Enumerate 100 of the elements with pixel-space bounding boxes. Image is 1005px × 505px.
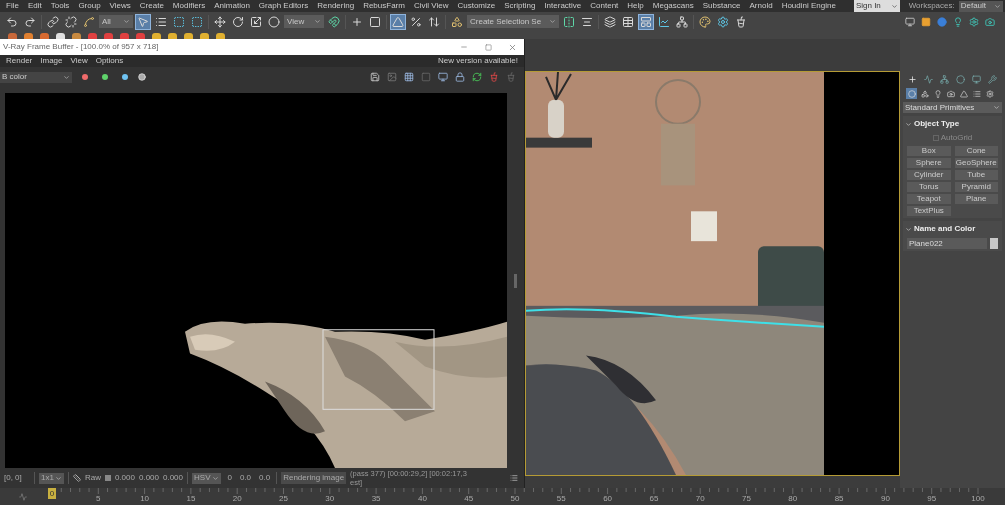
curve-editor-icon[interactable] <box>18 492 27 501</box>
menu-item[interactable]: Scripting <box>504 2 536 10</box>
toolbar-button[interactable] <box>135 13 151 30</box>
toolbar-button[interactable] <box>266 13 282 30</box>
menu-item[interactable]: Views <box>109 2 131 10</box>
toolbar-button[interactable] <box>45 13 61 30</box>
camera-icon[interactable] <box>985 16 995 27</box>
panel-tab[interactable] <box>954 73 967 85</box>
category-button[interactable] <box>932 88 943 99</box>
time-slider[interactable]: 0 <box>48 488 56 499</box>
menu-item[interactable]: Help <box>627 2 644 10</box>
caret-icon <box>890 2 898 10</box>
primitive-button[interactable]: Pyramid <box>954 182 998 192</box>
primitive-button[interactable]: Cone <box>954 146 998 156</box>
scrollbar[interactable] <box>514 273 517 288</box>
menu-item[interactable]: Create <box>139 2 164 10</box>
rollout-header[interactable]: Name and Color <box>905 223 1000 235</box>
toolbar-button[interactable] <box>326 13 342 30</box>
pixel-value: 0.000 <box>114 472 135 484</box>
menu-item[interactable]: Options <box>95 55 124 67</box>
menu-item[interactable]: Edit <box>27 2 42 10</box>
menu-item[interactable]: Arnold <box>749 2 773 10</box>
circle-icon <box>268 15 280 28</box>
sign-in-dropdown[interactable]: Sign In <box>853 0 900 12</box>
panel-tab[interactable] <box>986 73 999 85</box>
category-button[interactable] <box>984 88 995 99</box>
caret-icon <box>994 2 1001 10</box>
primitive-button[interactable]: Box <box>907 146 951 156</box>
caret-icon <box>54 474 62 482</box>
primitive-button[interactable]: Plane <box>954 194 998 204</box>
selection-filter-dropdown[interactable]: All <box>99 15 133 28</box>
menu-item[interactable]: Graph Editors <box>258 2 309 10</box>
category-button[interactable] <box>919 88 930 99</box>
alpha-icon[interactable] <box>138 73 146 81</box>
menu-item[interactable]: RebusFarm <box>363 2 405 10</box>
primitive-button[interactable]: Tube <box>954 170 998 180</box>
frame-label: 30 <box>325 495 335 503</box>
chart-icon <box>658 15 670 28</box>
viewport-layout-icon[interactable] <box>905 16 915 27</box>
primitive-button[interactable]: Torus <box>907 182 951 192</box>
save-icon[interactable] <box>370 72 380 82</box>
menu-item[interactable]: Animation <box>214 2 250 10</box>
layers-icon <box>604 15 616 28</box>
camera-icon <box>946 89 955 98</box>
panel-tab[interactable] <box>970 73 983 85</box>
menu-item[interactable]: Content <box>590 2 619 10</box>
region-icon[interactable] <box>404 72 414 82</box>
menu-item[interactable]: Megascans <box>652 2 694 10</box>
category-button[interactable] <box>945 88 956 99</box>
object-color-swatch[interactable] <box>990 238 998 249</box>
toolbar-button[interactable] <box>63 13 79 30</box>
menu-item[interactable]: View <box>70 55 88 67</box>
primitive-button[interactable]: Teapot <box>907 194 951 204</box>
triangle-icon <box>959 89 968 98</box>
primitive-button[interactable]: TextPlus <box>907 206 951 216</box>
gear-icon[interactable] <box>969 16 979 27</box>
workspace-dropdown[interactable]: Default <box>958 0 1003 12</box>
menu-item[interactable]: Substance <box>702 2 741 10</box>
reference-coordinate-dropdown[interactable]: View <box>284 15 324 28</box>
menu-item[interactable]: Interactive <box>544 2 582 10</box>
panel-tab[interactable] <box>922 73 935 85</box>
color-picker-icon[interactable] <box>72 474 81 482</box>
pointer-icon <box>137 15 149 28</box>
panel-tab[interactable] <box>938 73 951 85</box>
panel-tab[interactable] <box>906 73 918 85</box>
channel-dropdown[interactable]: B color <box>0 71 72 83</box>
update-notice[interactable]: New version available! <box>437 55 518 67</box>
object-name-field[interactable]: Plane022 <box>907 238 987 249</box>
display-icon[interactable] <box>438 72 448 82</box>
image-icon[interactable] <box>387 72 397 82</box>
primitive-button[interactable]: Sphere <box>907 158 951 168</box>
menu-item[interactable]: Tools <box>50 2 70 10</box>
toolbar-button[interactable] <box>602 13 618 30</box>
bulb-icon[interactable] <box>953 16 963 27</box>
toolbar-button[interactable] <box>674 13 690 30</box>
primitive-button[interactable]: Cylinder <box>907 170 951 180</box>
category-button[interactable] <box>958 88 969 99</box>
primitive-button[interactable]: GeoSphere <box>954 158 998 168</box>
frame-label: 20 <box>232 495 242 503</box>
menu-item[interactable]: Civil View <box>413 2 449 10</box>
autogrid-label: AutoGrid <box>940 132 973 144</box>
frame-label: 75 <box>742 495 751 503</box>
menu-item[interactable]: Render <box>6 55 33 67</box>
category-button[interactable] <box>971 88 982 99</box>
rollout-header[interactable]: Object Type <box>905 118 1000 130</box>
primitives-dropdown[interactable]: Standard Primitives <box>903 102 1002 113</box>
named-selection-dropdown[interactable]: Create Selection Se <box>467 15 559 28</box>
menu-item[interactable]: Group <box>78 2 101 10</box>
toolbar-button[interactable] <box>390 13 406 30</box>
toolbar-button[interactable] <box>697 13 713 30</box>
refresh-icon[interactable] <box>472 72 482 82</box>
log-icon[interactable] <box>510 474 518 482</box>
menu-item[interactable]: Customize <box>457 2 496 10</box>
menu-item[interactable]: Image <box>40 55 63 67</box>
menu-item[interactable]: File <box>6 2 19 10</box>
lock-icon[interactable] <box>455 72 465 82</box>
toolbar-button[interactable] <box>638 13 654 30</box>
menu-item[interactable]: Houdini Engine <box>781 2 836 10</box>
menu-item[interactable]: Modifiers <box>172 2 206 10</box>
menu-item[interactable]: Rendering <box>317 2 355 10</box>
